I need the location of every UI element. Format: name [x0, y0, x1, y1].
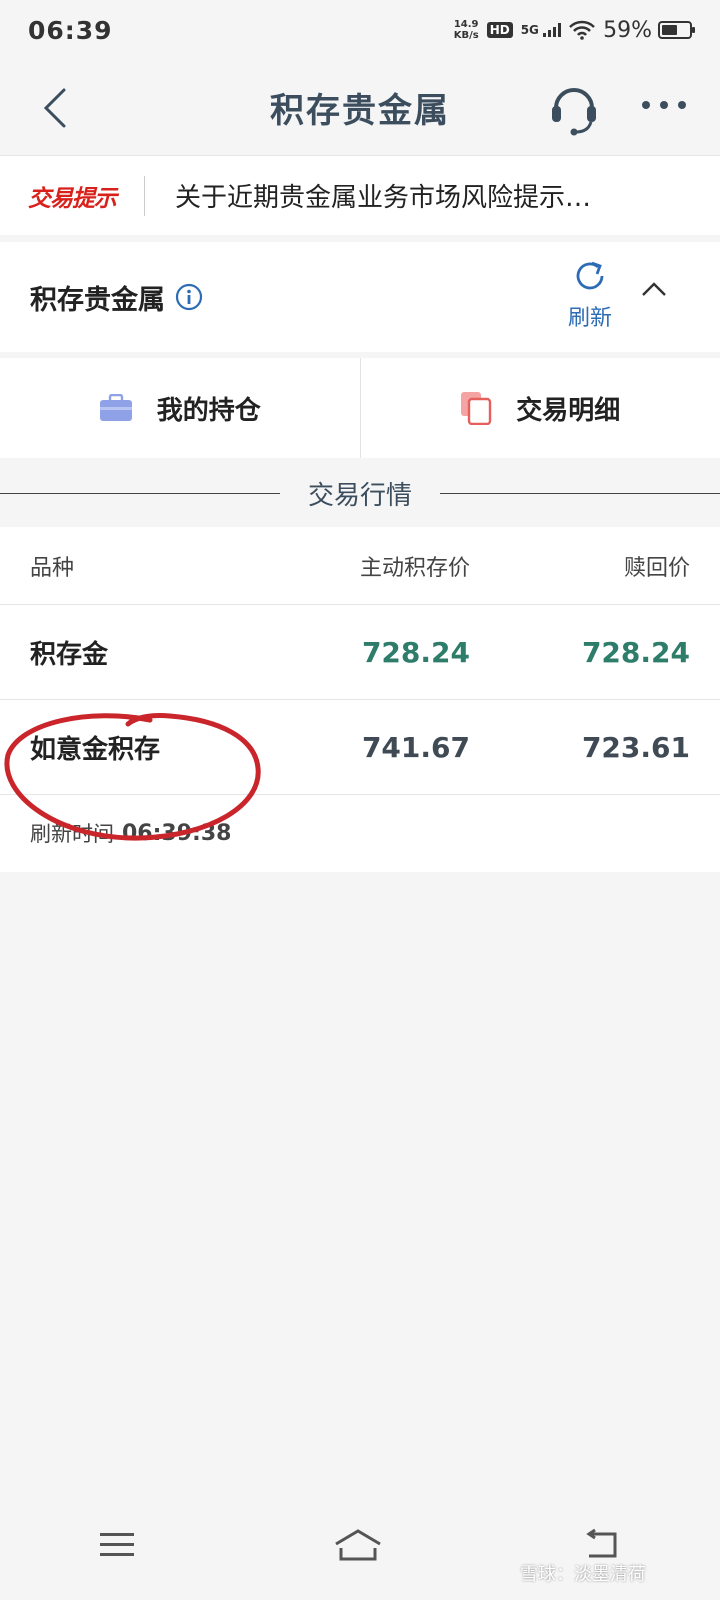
menu-icon[interactable] — [99, 1530, 135, 1560]
redeem-price: 723.61 — [581, 730, 690, 764]
variety-name: 积存金 — [30, 639, 109, 670]
my-holdings-button[interactable]: 我的持仓 — [0, 358, 360, 458]
battery-icon — [658, 21, 695, 39]
market-section-divider: 交易行情 — [0, 462, 720, 524]
active-price: 741.67 — [361, 730, 470, 764]
documents-icon — [461, 392, 492, 425]
hd-icon: HD — [486, 22, 513, 38]
section-header: 积存贵金属 刷新 — [0, 242, 720, 352]
transaction-detail-button[interactable]: 交易明细 — [361, 358, 720, 458]
quick-actions: 我的持仓 交易明细 — [0, 358, 720, 458]
page-title: 积存贵金属 — [270, 91, 450, 131]
refresh-icon — [576, 261, 604, 290]
redeem-price: 728.24 — [581, 635, 690, 669]
more-dots-icon[interactable] — [640, 98, 688, 112]
nav-bar: 积存贵金属 — [0, 60, 720, 155]
variety-name: 如意金积存 — [30, 734, 161, 765]
status-bar: 06:39 14.9 KB/s HD 5G 59% — [0, 0, 720, 60]
notice-divider — [144, 175, 145, 216]
briefcase-icon — [99, 394, 132, 421]
market-section-title: 交易行情 — [308, 480, 413, 511]
col-header-variety: 品种 — [30, 555, 75, 581]
refresh-time: 刷新时间 06:39:38 — [30, 820, 232, 847]
signal-icon: 5G — [521, 23, 562, 38]
market-table: 品种 主动积存价 赎回价 积存金 728.24 728.24 如意金积存 741… — [0, 527, 720, 872]
section-title: 积存贵金属 — [30, 284, 165, 316]
watermark: 雪球：淡墨清荷 — [520, 1564, 646, 1585]
chevron-up-icon[interactable] — [640, 280, 668, 298]
col-header-redeem-price: 赎回价 — [623, 555, 690, 581]
active-price: 728.24 — [361, 635, 470, 669]
table-row[interactable]: 如意金积存 741.67 723.61 — [0, 700, 720, 795]
back-icon[interactable] — [36, 84, 76, 132]
col-header-active-price: 主动积存价 — [359, 555, 470, 581]
refresh-button[interactable]: 刷新 — [555, 258, 625, 332]
headset-icon[interactable] — [548, 78, 600, 136]
battery-indicator: 59% — [603, 18, 695, 43]
status-icons: 14.9 KB/s HD 5G 59% — [453, 18, 695, 43]
table-row[interactable]: 积存金 728.24 728.24 — [0, 605, 720, 700]
table-header: 品种 主动积存价 赎回价 — [0, 527, 720, 605]
home-icon[interactable] — [333, 1528, 383, 1562]
notice-banner[interactable]: 交易提示 关于近期贵金属业务市场风险提示… — [0, 155, 720, 235]
net-speed: 14.9 KB/s — [453, 19, 479, 41]
battery-fill — [662, 25, 678, 35]
wifi-icon — [569, 20, 595, 40]
status-time: 06:39 — [28, 15, 113, 45]
refresh-label: 刷新 — [567, 306, 612, 331]
notice-tag: 交易提示 — [28, 185, 117, 212]
notice-text[interactable]: 关于近期贵金属业务市场风险提示… — [175, 177, 685, 214]
back-arrow-icon[interactable] — [581, 1528, 621, 1562]
info-icon[interactable] — [175, 283, 203, 311]
